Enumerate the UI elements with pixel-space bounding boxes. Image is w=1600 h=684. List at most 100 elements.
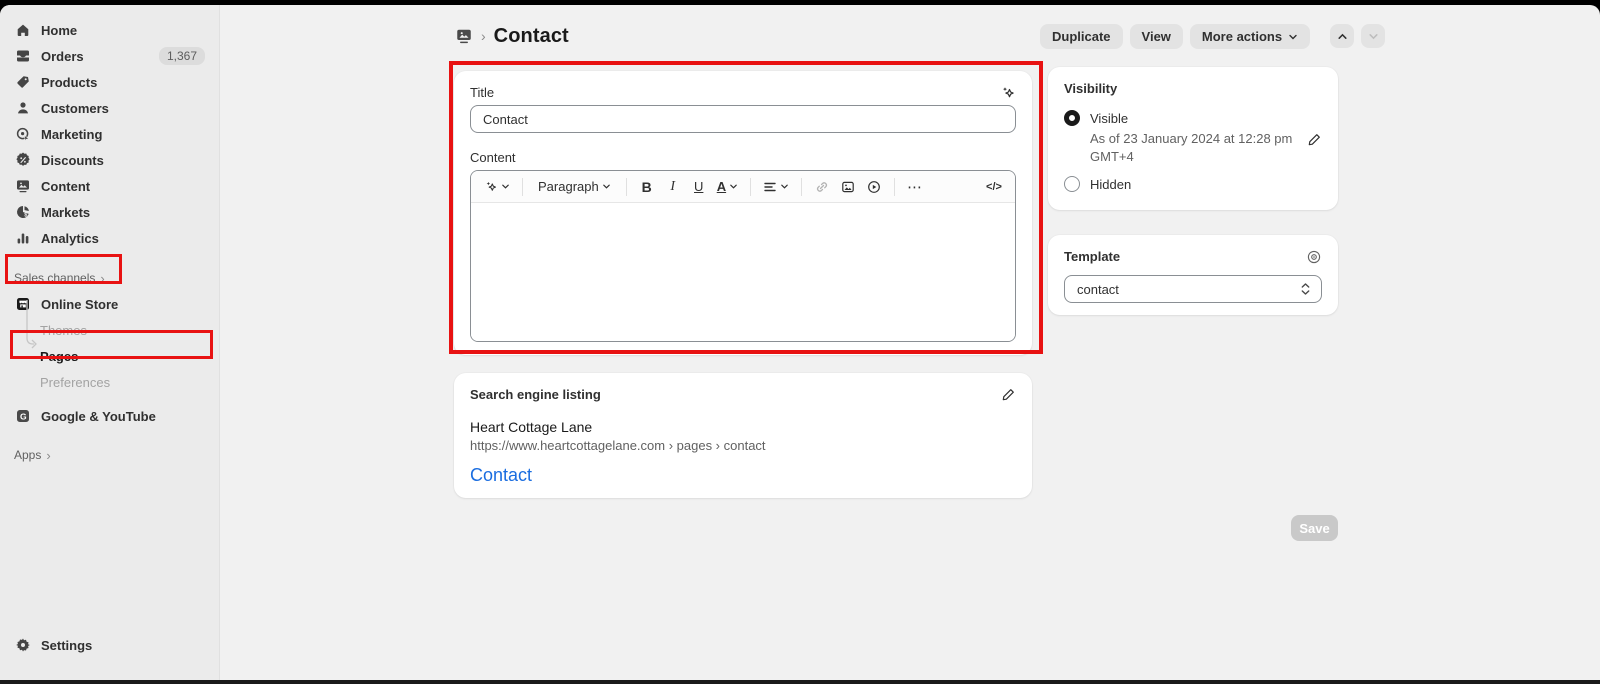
hidden-radio-row[interactable]: Hidden <box>1064 176 1322 192</box>
duplicate-button[interactable]: Duplicate <box>1040 24 1123 49</box>
chevron-right-icon: › <box>46 448 50 463</box>
orders-icon <box>14 48 31 65</box>
discounts-icon <box>14 152 31 169</box>
orders-count-badge: 1,367 <box>159 47 205 65</box>
visibility-card: Visibility Visible As of 23 January 2024… <box>1048 67 1338 210</box>
align-left-icon <box>763 180 777 194</box>
template-card: Template contact <box>1048 235 1338 315</box>
sidebar-item-analytics[interactable]: Analytics <box>0 225 219 251</box>
visible-since-note: As of 23 January 2024 at 12:28 pm GMT+4 <box>1090 130 1292 166</box>
sidebar-item-customers[interactable]: Customers <box>0 95 219 121</box>
google-youtube-icon: G <box>14 408 31 425</box>
marketing-icon <box>14 126 31 143</box>
chevron-right-icon: › <box>481 28 486 44</box>
visibility-heading: Visibility <box>1064 81 1322 96</box>
chevron-down-icon <box>780 182 789 191</box>
ai-assist-button[interactable] <box>481 175 513 199</box>
more-actions-button[interactable]: More actions <box>1190 24 1310 49</box>
bold-button[interactable]: B <box>636 175 658 199</box>
edit-visibility-pencil-icon[interactable] <box>1307 132 1322 147</box>
chevron-down-icon <box>602 182 611 191</box>
bottom-edge-bar <box>0 680 1600 684</box>
sidebar-item-marketing[interactable]: Marketing <box>0 121 219 147</box>
editor-content-area[interactable] <box>471 203 1015 341</box>
seo-page-link[interactable]: Contact <box>470 465 1016 486</box>
link-button[interactable] <box>811 175 833 199</box>
sidebar-item-settings[interactable]: Settings <box>0 632 219 658</box>
breadcrumb: › Contact <box>455 22 569 50</box>
radio-selected-icon[interactable] <box>1064 110 1080 126</box>
edit-pencil-icon[interactable] <box>1001 387 1016 402</box>
sidebar-item-preferences[interactable]: Preferences <box>0 369 219 395</box>
toolbar-divider <box>894 178 895 196</box>
svg-text:G: G <box>20 411 27 421</box>
products-icon <box>14 74 31 91</box>
next-page-button[interactable] <box>1361 24 1385 48</box>
toolbar-divider <box>522 178 523 196</box>
chevron-up-icon <box>1337 31 1348 42</box>
sidebar-item-google-youtube[interactable]: G Google & YouTube <box>0 403 219 429</box>
page-type-icon[interactable] <box>455 27 473 45</box>
underline-button[interactable]: U <box>688 175 710 199</box>
insert-video-button[interactable] <box>863 175 885 199</box>
ai-sparkle-icon[interactable] <box>1000 85 1016 101</box>
sales-channels-header[interactable]: Sales channels › <box>0 265 219 291</box>
title-input[interactable] <box>470 105 1016 133</box>
search-engine-listing-card: Search engine listing Heart Cottage Lane… <box>454 373 1032 498</box>
alignment-button[interactable] <box>760 175 792 199</box>
image-icon <box>841 180 855 194</box>
content-field-label: Content <box>470 150 1016 165</box>
analytics-icon <box>14 230 31 247</box>
toolbar-divider <box>750 178 751 196</box>
link-icon <box>815 180 829 194</box>
template-heading: Template <box>1064 249 1120 264</box>
template-select[interactable]: contact <box>1064 275 1322 303</box>
editor-toolbar: Paragraph B I U A <box>471 171 1015 203</box>
sidebar-item-pages[interactable]: Pages <box>0 343 219 369</box>
insert-image-button[interactable] <box>837 175 859 199</box>
online-store-icon <box>14 296 31 313</box>
previous-page-button[interactable] <box>1330 24 1354 48</box>
video-play-icon <box>867 180 881 194</box>
text-color-button[interactable]: A <box>714 175 741 199</box>
content-editor: Paragraph B I U A <box>470 170 1016 342</box>
sidebar-item-markets[interactable]: $ Markets <box>0 199 219 225</box>
sidebar-item-products[interactable]: Products <box>0 69 219 95</box>
page-title: Contact <box>494 25 569 48</box>
sidebar-item-orders[interactable]: Orders 1,367 <box>0 43 219 69</box>
apps-header[interactable]: Apps › <box>0 442 219 468</box>
chevron-down-icon <box>1288 32 1298 42</box>
home-icon <box>14 22 31 39</box>
content-icon <box>14 178 31 195</box>
eye-icon[interactable] <box>1306 249 1322 265</box>
seo-heading: Search engine listing <box>470 387 601 402</box>
code-view-button[interactable]: </> <box>983 175 1005 199</box>
seo-site-name: Heart Cottage Lane <box>470 419 1016 435</box>
markets-icon: $ <box>14 204 31 221</box>
save-button[interactable]: Save <box>1291 515 1338 541</box>
svg-text:$: $ <box>24 212 27 218</box>
sidebar-item-discounts[interactable]: Discounts <box>0 147 219 173</box>
view-button[interactable]: View <box>1130 24 1183 49</box>
chevron-down-icon <box>501 182 510 191</box>
toolbar-divider <box>801 178 802 196</box>
toolbar-divider <box>626 178 627 196</box>
sidebar-item-content[interactable]: Content <box>0 173 219 199</box>
sidebar-item-home[interactable]: Home <box>0 17 219 43</box>
select-updown-icon <box>1300 282 1311 296</box>
gear-icon <box>14 637 31 654</box>
visible-radio-row[interactable]: Visible <box>1064 110 1322 126</box>
paragraph-style-dropdown[interactable]: Paragraph <box>532 175 617 199</box>
seo-url: https://www.heartcottagelane.com › pages… <box>470 438 1016 453</box>
more-options-button[interactable]: ⋯ <box>904 175 926 199</box>
chevron-down-icon <box>729 182 738 191</box>
sidebar: Home Orders 1,367 Products Customers <box>0 5 220 680</box>
header-actions: Duplicate View More actions <box>1040 24 1385 49</box>
chevron-down-icon <box>1368 31 1379 42</box>
sidebar-item-themes[interactable]: Themes <box>0 317 219 343</box>
sidebar-item-online-store[interactable]: Online Store <box>0 291 219 317</box>
sparkle-icon <box>484 180 498 194</box>
italic-button[interactable]: I <box>662 175 684 199</box>
title-content-card: Title Content Paragraph B I U <box>454 71 1032 355</box>
radio-unselected-icon[interactable] <box>1064 176 1080 192</box>
